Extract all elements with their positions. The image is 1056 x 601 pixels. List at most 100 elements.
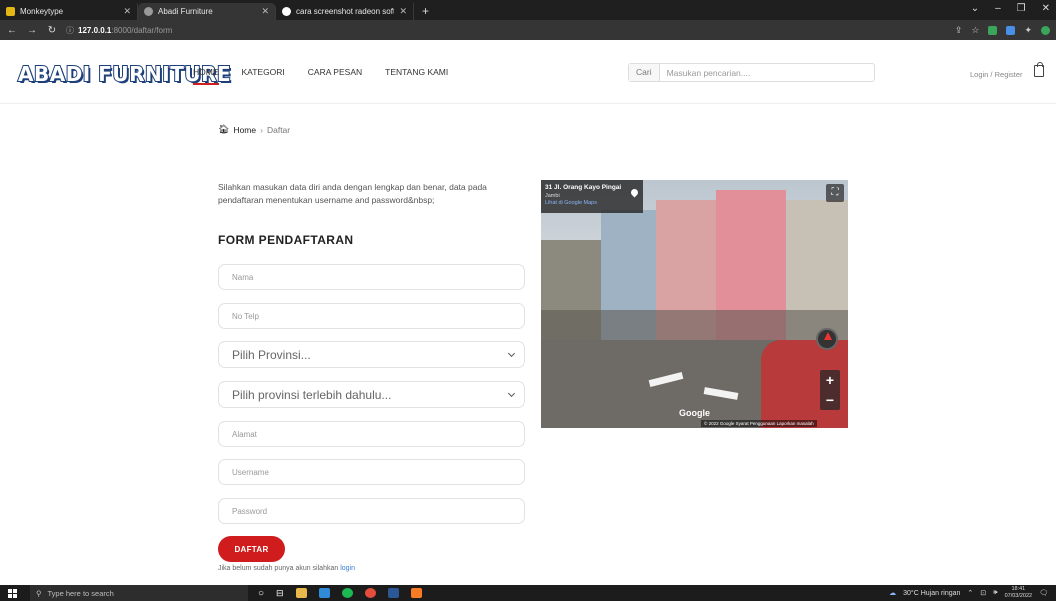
search-label: Cari — [629, 64, 660, 81]
taskbar-apps: ○ ⊟ — [258, 588, 422, 599]
browser-toolbar-right: ⇪ ☆ ✦ — [955, 25, 1050, 36]
street-view-address: 31 Jl. Orang Kayo Pingai — [545, 184, 622, 191]
search-icon: ⚲ — [36, 588, 42, 598]
nav-cara-pesan[interactable]: CARA PESAN — [308, 67, 362, 85]
weather-text[interactable]: 30°C Hujan ringan — [903, 590, 960, 597]
url-host: 127.0.0.1 — [78, 25, 112, 35]
tab-title: Abadi Furniture — [158, 7, 213, 16]
browser-tab-bar: Monkeytype ✕ Abadi Furniture ✕ cara scre… — [0, 0, 1056, 20]
zoom-controls: + − — [820, 370, 840, 410]
window-controls: ⌄ – ❐ ✕ — [971, 3, 1050, 14]
volume-icon[interactable]: 🕪︎ — [993, 589, 997, 597]
monkeytype-favicon-icon — [6, 7, 15, 16]
close-tab-icon[interactable]: ✕ — [261, 6, 269, 17]
chrome-icon[interactable] — [364, 588, 376, 598]
street-view-embed[interactable]: 31 Jl. Orang Kayo Pingai Jambi Lihat di … — [541, 180, 848, 428]
street-view-info-card: 31 Jl. Orang Kayo Pingai Jambi Lihat di … — [541, 180, 643, 213]
tab-monkeytype[interactable]: Monkeytype ✕ — [0, 3, 138, 20]
google-watermark: Google — [679, 408, 710, 418]
url-field[interactable]: ⓘ 127.0.0.1:8000/daftar/form — [66, 25, 172, 36]
cortana-icon[interactable]: ○ — [258, 588, 264, 599]
provinsi-select[interactable]: Pilih Provinsi... — [218, 341, 525, 368]
alamat-input[interactable] — [218, 421, 525, 447]
tray-chevron-up-icon[interactable]: ⌃ — [967, 589, 973, 597]
forward-icon[interactable]: → — [26, 25, 38, 36]
word-icon[interactable] — [387, 588, 399, 598]
url-path: :8000/daftar/form — [111, 25, 173, 35]
back-icon[interactable]: ← — [6, 25, 18, 36]
restore-icon[interactable]: ❐ — [1017, 3, 1026, 14]
profile-avatar-icon[interactable] — [1041, 25, 1050, 35]
breadcrumb-separator: › — [260, 124, 263, 135]
nav-tentang-kami[interactable]: TENTANG KAMI — [385, 67, 448, 85]
tab-search-icon[interactable]: ⌄ — [971, 3, 979, 14]
minimize-icon[interactable]: – — [995, 3, 1001, 14]
xampp-icon[interactable] — [410, 588, 422, 598]
extension-icon[interactable] — [1006, 25, 1016, 35]
kota-select[interactable]: Pilih provinsi terlebih dahulu... — [218, 381, 525, 408]
zoom-out-icon[interactable]: − — [820, 390, 840, 410]
vscode-icon[interactable] — [318, 588, 330, 598]
tab-cara-screenshot[interactable]: cara screenshot radeon softwar ✕ — [276, 3, 414, 20]
task-view-icon[interactable]: ⊟ — [276, 588, 284, 599]
search-input[interactable] — [659, 64, 874, 81]
taskbar-clock[interactable]: 18:41 07/03/2022 — [1005, 586, 1033, 600]
weather-icon: ☁ — [889, 590, 897, 597]
windows-taskbar: ⚲ Type here to search ○ ⊟ ☁ 30°C Hujan r… — [0, 585, 1056, 601]
breadcrumb-home[interactable]: Home — [233, 125, 256, 135]
compass-icon[interactable] — [816, 328, 838, 350]
clock-date: 07/03/2022 — [1004, 593, 1033, 599]
provinsi-select-value: Pilih Provinsi... — [232, 347, 311, 362]
windows-start-icon[interactable] — [8, 588, 17, 598]
password-input[interactable] — [218, 498, 525, 524]
clock-time: 18:41 — [1011, 586, 1026, 592]
taskbar-search[interactable]: ⚲ Type here to search — [30, 585, 248, 601]
address-bar: ← → ↻ ⓘ 127.0.0.1:8000/daftar/form ⇪ ☆ ✦ — [0, 20, 1056, 40]
tab-title: Monkeytype — [20, 7, 64, 16]
taskbar-search-placeholder: Type here to search — [47, 588, 114, 598]
nav-home[interactable]: HOME — [193, 67, 219, 85]
new-tab-button[interactable]: + — [414, 3, 437, 20]
kota-select-value: Pilih provinsi terlebih dahulu... — [232, 387, 392, 402]
extension-icon[interactable] — [988, 25, 998, 35]
telp-input[interactable] — [218, 303, 525, 329]
login-link[interactable]: login — [340, 565, 355, 572]
tab-abadi-furniture[interactable]: Abadi Furniture ✕ — [138, 3, 276, 20]
search-box: Cari — [628, 63, 875, 82]
username-input[interactable] — [218, 459, 525, 485]
network-icon[interactable]: ⊡ — [980, 589, 986, 597]
spotify-icon[interactable] — [341, 588, 353, 598]
file-explorer-icon[interactable] — [295, 588, 307, 598]
breadcrumb-current: Daftar — [266, 124, 291, 135]
street-view-city: Jambi — [545, 193, 560, 199]
fullscreen-icon[interactable]: ⛶ — [826, 184, 844, 202]
login-note-text: Jika belum sudah punya akun silahkan — [218, 565, 339, 572]
zoom-in-icon[interactable]: + — [820, 370, 840, 390]
breadcrumb: 🏠︎ Home › Daftar — [218, 124, 290, 135]
daftar-button[interactable]: DAFTAR — [218, 536, 285, 562]
chevron-down-icon — [507, 349, 516, 357]
main-nav: HOME KATEGORI CARA PESAN TENTANG KAMI — [193, 67, 471, 85]
form-intro: Silahkan masukan data diri anda dengan l… — [218, 182, 487, 205]
street-view-footer: © 2022 Google Syarat Penggunaan Laporkan… — [701, 420, 817, 427]
close-tab-icon[interactable]: ✕ — [399, 6, 407, 17]
view-google-maps-link[interactable]: Lihat di Google Maps — [545, 200, 639, 206]
extensions-puzzle-icon[interactable]: ✦ — [1024, 25, 1032, 36]
notifications-icon[interactable]: 🗨︎ — [1039, 589, 1048, 597]
close-window-icon[interactable]: ✕ — [1042, 3, 1050, 14]
share-icon[interactable]: ⇪ — [955, 25, 963, 36]
info-icon[interactable]: ⓘ — [66, 25, 74, 36]
nav-kategori[interactable]: KATEGORI — [242, 67, 285, 85]
bookmark-star-icon[interactable]: ☆ — [971, 25, 979, 36]
login-note: Jika belum sudah punya akun silahkan log… — [218, 565, 355, 572]
login-register-link[interactable]: Login / Register — [970, 70, 1023, 79]
reload-icon[interactable]: ↻ — [46, 25, 58, 36]
nama-input[interactable] — [218, 264, 525, 290]
close-tab-icon[interactable]: ✕ — [123, 6, 131, 17]
globe-favicon-icon — [144, 7, 153, 16]
home-icon: 🏠︎ — [218, 124, 230, 134]
shop-row-image — [541, 310, 848, 340]
form-title: FORM PENDAFTARAN — [218, 233, 354, 247]
system-tray: ☁ 30°C Hujan ringan ⌃ ⊡ 🕪︎ 18:41 07/03/2… — [889, 586, 1056, 600]
shopping-bag-icon[interactable] — [1034, 62, 1044, 77]
